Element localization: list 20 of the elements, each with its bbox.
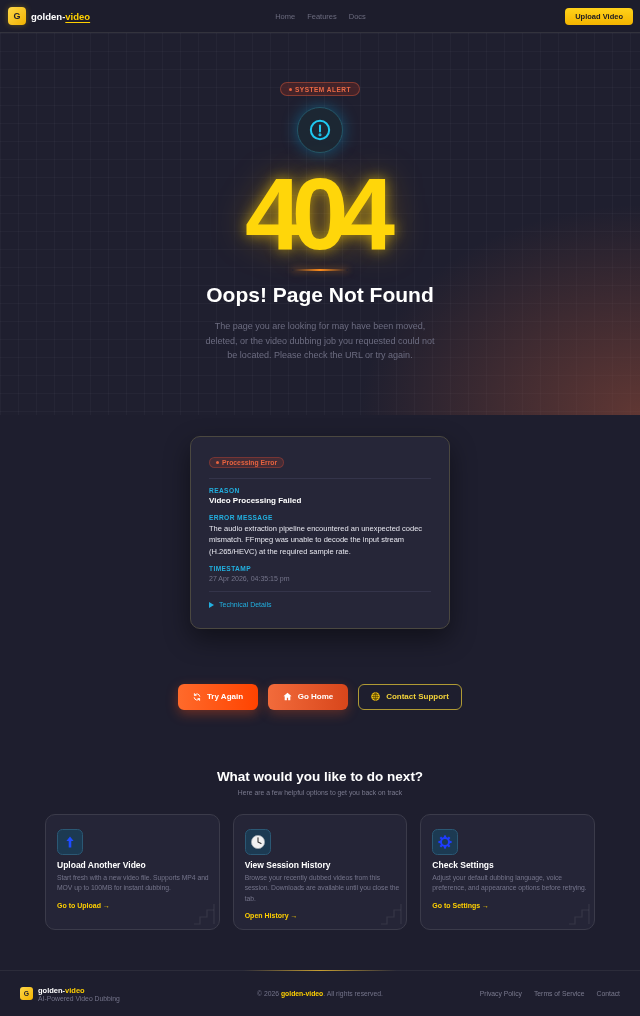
status-dot-icon bbox=[216, 461, 219, 464]
card-title: View Session History bbox=[244, 859, 332, 871]
retry-icon bbox=[192, 692, 201, 701]
status-dot-icon bbox=[289, 87, 292, 91]
error-description: The page you are looking for may have been moved, deleted, or the video dubbing job you requested could not be located. Please check the URL or try again. bbox=[204, 320, 436, 362]
card-title: Check Settings bbox=[432, 859, 495, 871]
section-title: What would you like to do next? bbox=[216, 768, 424, 784]
arrow-up-icon bbox=[57, 828, 83, 855]
gear-icon bbox=[432, 828, 459, 855]
home-icon bbox=[282, 692, 292, 702]
action-button[interactable]: Go Home bbox=[268, 683, 348, 710]
field-value: Video Processing Failed bbox=[209, 496, 303, 506]
logo-mark: G bbox=[8, 7, 26, 25]
action-button[interactable]: Contact Support bbox=[358, 683, 462, 710]
page-title: Oops! Page Not Found bbox=[206, 283, 434, 307]
brand-name: golden-video bbox=[31, 10, 91, 22]
card-title: Upload Another Video bbox=[57, 859, 147, 871]
globe-icon bbox=[371, 692, 381, 702]
clock-icon bbox=[244, 828, 271, 855]
action-button[interactable]: Try Again bbox=[178, 683, 258, 710]
